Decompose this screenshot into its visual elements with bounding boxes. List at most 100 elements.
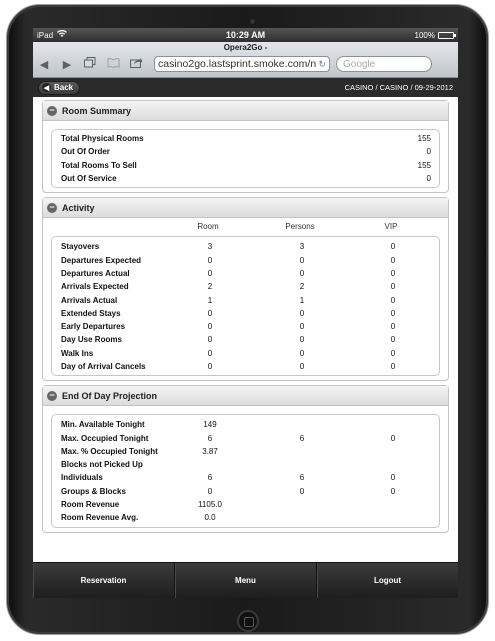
activity-row: Arrivals Actual 1 1 0 xyxy=(61,293,431,306)
activity-cell: 0 xyxy=(207,268,213,278)
activity-row: Arrivals Expected 2 2 0 xyxy=(61,280,431,293)
room-summary-panel: − Room Summary Total Physical Rooms 155 Ou… xyxy=(42,100,449,194)
activity-cell: 3 xyxy=(207,242,213,252)
activity-cell: 0 xyxy=(299,348,305,358)
back-button[interactable]: ◀ Back xyxy=(38,80,81,95)
projection-row: Room Revenue Avg. 0.0 xyxy=(61,511,431,524)
summary-value: 0 xyxy=(426,174,431,184)
activity-header[interactable]: − Activity xyxy=(43,198,448,219)
collapse-minus-icon[interactable]: − xyxy=(47,202,57,213)
home-button[interactable] xyxy=(237,610,259,632)
activity-label: Departures Actual xyxy=(61,268,130,278)
bookmarks-icon[interactable] xyxy=(106,57,120,71)
activity-row: Early Departures 0 0 0 xyxy=(61,320,431,333)
share-icon[interactable] xyxy=(129,57,143,71)
app-header: ◀ Back CASINO / CASINO / 09-29-2012 xyxy=(33,78,458,97)
activity-cell: 2 xyxy=(207,282,213,292)
projection-panel: − End Of Day Projection Min. Available T… xyxy=(42,385,449,533)
clock: 10:29 AM xyxy=(225,30,266,40)
projection-cell: 0 xyxy=(390,473,396,483)
back-chevron-icon: ◀ xyxy=(42,83,51,92)
tabs-icon[interactable] xyxy=(83,57,97,71)
activity-cell: 0 xyxy=(390,362,396,371)
activity-cell: 0 xyxy=(207,348,213,358)
tab-reservation[interactable]: Reservation xyxy=(33,563,175,598)
activity-cell: 0 xyxy=(207,255,213,265)
activity-cell: 0 xyxy=(299,308,305,318)
column-header: VIP xyxy=(384,222,398,232)
projection-header[interactable]: − End Of Day Projection xyxy=(43,386,448,407)
projection-cell: 0.0 xyxy=(204,513,216,523)
activity-row: Departures Expected 0 0 0 xyxy=(61,253,431,266)
activity-cell: 0 xyxy=(299,255,305,265)
projection-row: Room Revenue 1105.0 xyxy=(61,498,431,511)
projection-cell: 6 xyxy=(299,473,305,483)
activity-row: Walk Ins 0 0 0 xyxy=(61,347,431,360)
activity-cell: 0 xyxy=(207,308,213,318)
column-header: Persons xyxy=(285,222,315,232)
summary-row: Total Physical Rooms 155 xyxy=(61,132,431,145)
activity-row: Day Use Rooms 0 0 0 xyxy=(61,333,431,346)
projection-label: Room Revenue Avg. xyxy=(61,513,139,523)
projection-cell: 0 xyxy=(299,486,305,496)
url-text: casino2go.lastsprint.smoke.com/n xyxy=(158,57,317,70)
bottom-tab-bar: Reservation Menu Logout xyxy=(33,562,458,598)
room-summary-title: Room Summary xyxy=(62,105,132,116)
collapse-minus-icon[interactable]: − xyxy=(47,105,57,116)
activity-column-headers: Room Persons VIP xyxy=(51,220,440,234)
projection-cell: 6 xyxy=(299,433,305,443)
summary-row: Out Of Order 0 xyxy=(61,145,431,158)
tab-logout[interactable]: Logout xyxy=(317,563,458,598)
projection-label: Max. Occupied Tonight xyxy=(61,433,149,443)
projection-row: Groups & Blocks 0 0 0 xyxy=(61,485,431,498)
activity-label: Day Use Rooms xyxy=(61,335,122,345)
projection-label: Groups & Blocks xyxy=(61,486,126,496)
reload-icon[interactable]: ↻ xyxy=(318,57,326,71)
projection-row: Blocks not Picked Up xyxy=(61,458,431,471)
tab-menu[interactable]: Menu xyxy=(175,563,317,598)
activity-panel: − Activity Room Persons VIP Stayovers 3 3 0 De… xyxy=(42,197,449,382)
collapse-minus-icon[interactable]: − xyxy=(47,390,57,401)
activity-cell: 0 xyxy=(390,268,396,278)
activity-row: Stayovers 3 3 0 xyxy=(61,240,431,253)
activity-cell: 2 xyxy=(299,282,305,292)
activity-label: Departures Expected xyxy=(61,255,142,265)
projection-row: Min. Available Tonight 149 xyxy=(61,418,431,431)
activity-cell: 0 xyxy=(390,242,396,252)
activity-cell: 3 xyxy=(299,242,305,252)
search-field[interactable]: Google xyxy=(336,56,432,72)
status-bar: iPad 10:29 AM 100% xyxy=(33,28,458,42)
activity-cell: 1 xyxy=(207,295,213,305)
projection-row: Individuals 6 6 0 xyxy=(61,471,431,484)
activity-row: Extended Stays 0 0 0 xyxy=(61,307,431,320)
projection-cell: 6 xyxy=(207,473,213,483)
browser-page-title: Opera2Go - xyxy=(223,43,268,52)
report-content[interactable]: − Room Summary Total Physical Rooms 155 Ou… xyxy=(33,97,458,565)
activity-label: Arrivals Expected xyxy=(61,282,129,292)
activity-cell: 0 xyxy=(390,255,396,265)
projection-cell: 3.87 xyxy=(202,446,218,456)
projection-cell: 0 xyxy=(390,486,396,496)
projection-table: Min. Available Tonight 149 Max. Occupied T… xyxy=(51,414,440,528)
activity-label: Extended Stays xyxy=(61,308,121,318)
forward-arrow-icon[interactable]: ▶ xyxy=(60,58,74,71)
summary-row: Out Of Service 0 xyxy=(61,172,431,185)
url-field[interactable]: casino2go.lastsprint.smoke.com/n ↻ xyxy=(154,56,330,72)
activity-row: Day of Arrival Cancels 0 0 0 xyxy=(61,360,431,373)
back-button-label: Back xyxy=(54,83,74,92)
activity-cell: 0 xyxy=(299,362,305,371)
activity-cell: 0 xyxy=(299,268,305,278)
activity-cell: 0 xyxy=(390,308,396,318)
projection-cell: 0 xyxy=(390,433,396,443)
back-arrow-icon[interactable]: ◀ xyxy=(37,58,51,71)
projection-row: Max. % Occupied Tonight 3.87 xyxy=(61,445,431,458)
column-header: Room xyxy=(197,222,219,232)
projection-cell: 1105.0 xyxy=(198,500,222,510)
activity-label: Early Departures xyxy=(61,322,126,332)
activity-label: Walk Ins xyxy=(61,348,94,358)
projection-cell: 0 xyxy=(207,486,213,496)
activity-cell: 0 xyxy=(390,295,396,305)
activity-label: Day of Arrival Cancels xyxy=(61,362,146,371)
projection-cell: 6 xyxy=(207,433,213,443)
room-summary-header[interactable]: − Room Summary xyxy=(43,101,448,121)
